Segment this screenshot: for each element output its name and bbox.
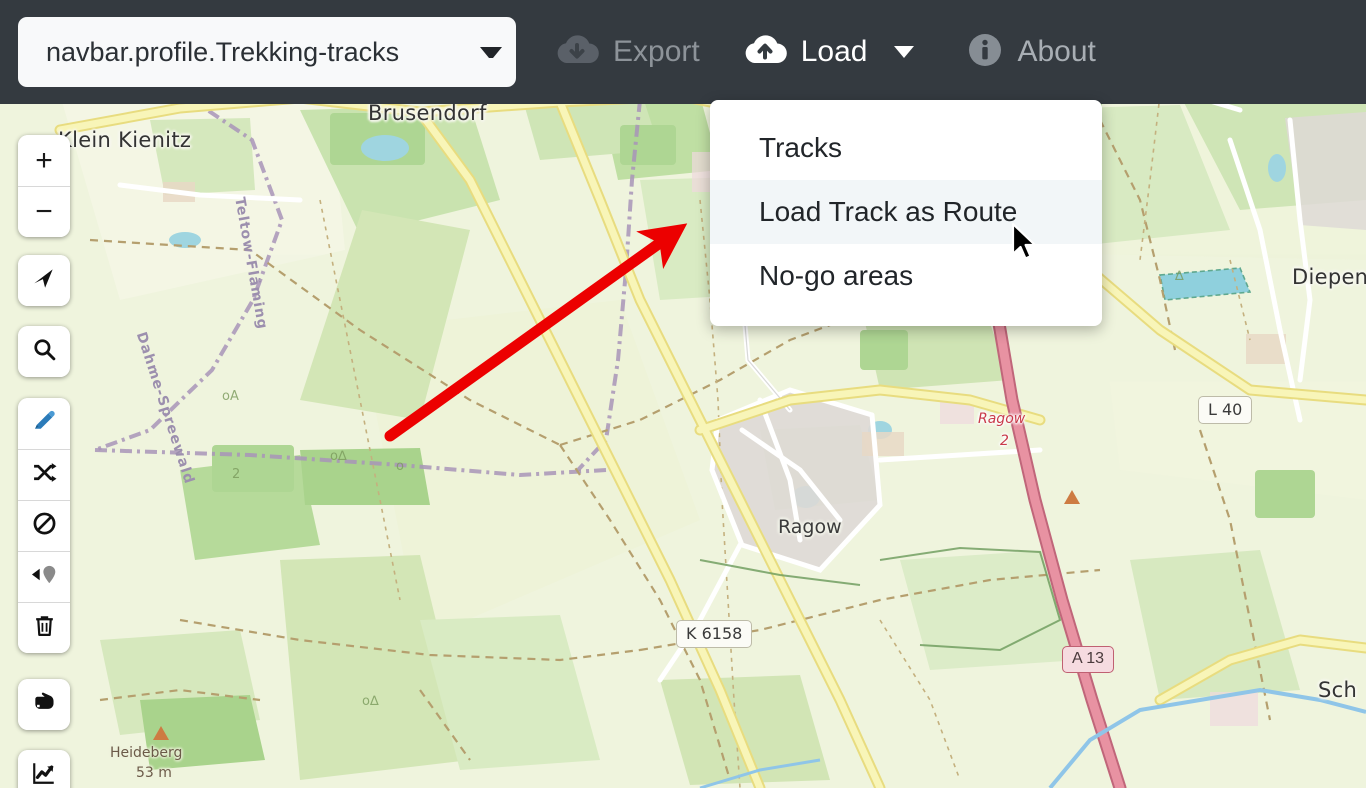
shuffle-waypoints-button[interactable] [18,449,70,500]
profile-select-value: navbar.profile.Trekking-tracks [46,36,400,67]
svg-text:o: o [396,459,404,474]
menu-item-label: Load Track as Route [759,196,1018,227]
road-shield-a13: A 13 [1062,646,1115,673]
menu-item-label: Tracks [759,132,842,163]
svg-text:∆: ∆ [1174,269,1184,284]
cloud-download-icon [554,32,600,73]
plus-icon: + [35,143,53,177]
ban-icon [32,511,57,541]
road-shield-l40: L 40 [1198,396,1253,424]
application-window: oA o∆ o∆ 2 o ∆ Klein Kienitz Brusendorf … [0,0,1366,788]
elevation-profile-group [18,750,70,788]
zoom-in-button[interactable]: + [18,135,70,186]
menu-item-no-go-areas[interactable]: No-go areas [710,244,1102,308]
load-button[interactable]: Load [726,0,931,104]
draw-route-button[interactable] [18,398,70,449]
pencil-icon [32,409,57,439]
minus-icon: − [35,195,53,228]
zoom-control-group: + − [18,135,70,237]
pointing-hand-icon [31,689,57,720]
navigation-arrow-icon [31,265,57,296]
locate-control-group [18,255,70,306]
delete-button[interactable] [18,602,70,653]
svg-text:2: 2 [232,467,240,482]
caret-down-icon [480,46,502,58]
avoid-area-button[interactable] [18,500,70,551]
road-shield-k6158: K 6158 [676,620,753,648]
load-dropdown-menu: Tracks Load Track as Route No-go areas [710,100,1102,326]
chart-line-icon [31,760,57,788]
export-label: Export [613,35,700,68]
marker-direction-icon [31,562,58,592]
zoom-out-button[interactable]: − [18,186,70,237]
svg-text:o∆: o∆ [362,694,379,709]
elevation-profile-button[interactable] [18,750,70,788]
caret-down-icon [894,46,915,58]
locate-button[interactable] [18,255,70,306]
search-control-group [18,326,70,377]
export-button[interactable]: Export [538,0,716,104]
pan-hand-button[interactable] [18,679,70,730]
load-label: Load [800,35,868,68]
svg-text:oA: oA [222,389,239,404]
trash-icon [32,613,57,643]
about-button[interactable]: About [950,0,1111,104]
menu-item-label: No-go areas [759,260,914,291]
reverse-direction-button[interactable] [18,551,70,602]
profile-select[interactable]: navbar.profile.Trekking-tracks [18,17,516,87]
search-icon [32,337,57,367]
shuffle-icon [32,460,57,490]
cloud-upload-icon [742,32,788,73]
search-button[interactable] [18,326,70,377]
top-navbar: navbar.profile.Trekking-tracks Export Lo… [0,0,1366,104]
map-canvas[interactable]: oA o∆ o∆ 2 o ∆ [0,0,1366,788]
edit-tools-group [18,398,70,653]
pan-control-group [18,679,70,730]
svg-text:o∆: o∆ [330,449,347,464]
about-label: About [1017,35,1096,68]
menu-item-tracks[interactable]: Tracks [710,116,1102,180]
menu-item-load-track-as-route[interactable]: Load Track as Route [710,180,1102,244]
info-circle-icon [966,31,1004,74]
